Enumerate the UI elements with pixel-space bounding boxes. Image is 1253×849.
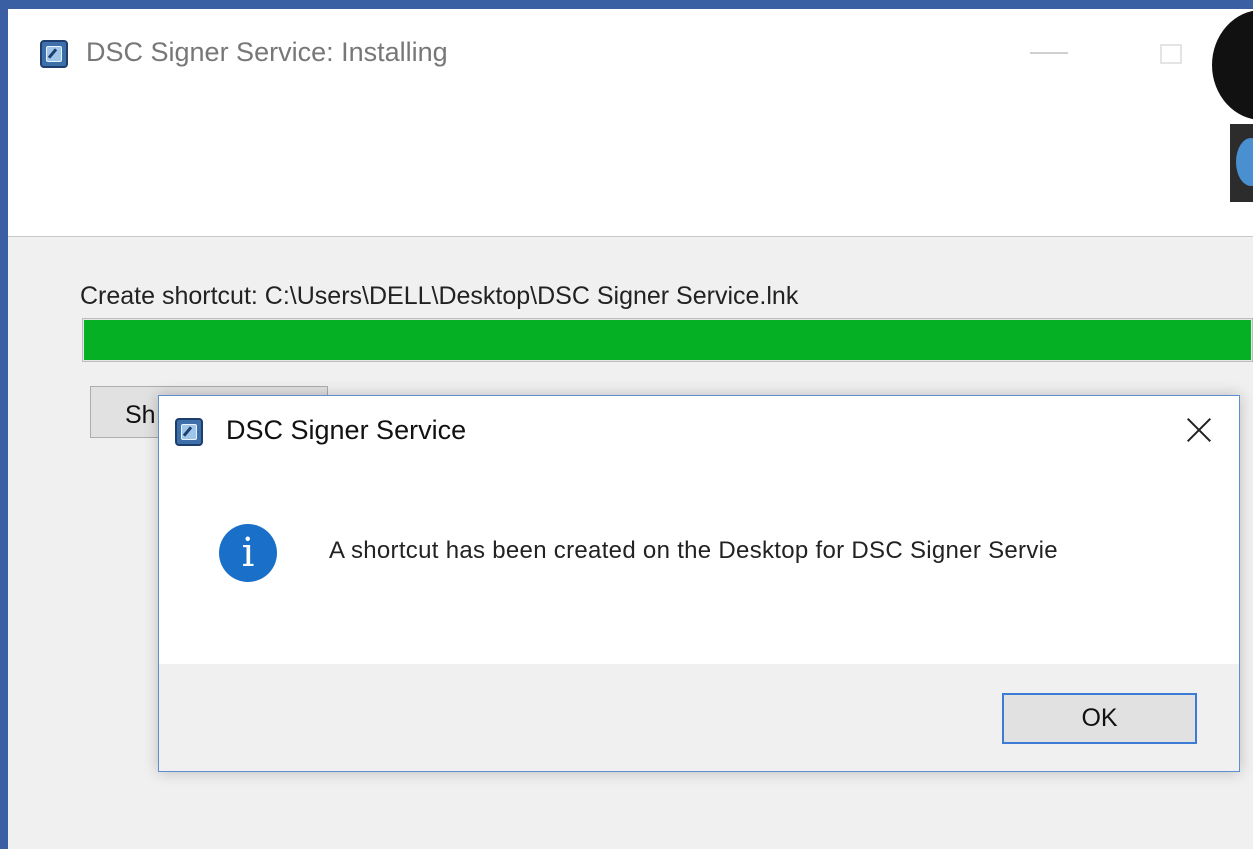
app-icon bbox=[40, 40, 68, 68]
install-status-text: Create shortcut: C:\Users\DELL\Desktop\D… bbox=[80, 282, 799, 310]
dialog-footer: OK bbox=[159, 664, 1239, 771]
ok-button[interactable]: OK bbox=[1002, 693, 1197, 744]
dialog-title: DSC Signer Service bbox=[226, 415, 467, 445]
window-left-border bbox=[0, 0, 8, 849]
install-progress-bar bbox=[82, 318, 1253, 362]
window-title: DSC Signer Service: Installing bbox=[86, 37, 448, 67]
info-icon: i bbox=[219, 524, 277, 582]
minimize-button[interactable] bbox=[1030, 52, 1068, 54]
close-icon[interactable] bbox=[1177, 408, 1221, 452]
message-dialog: DSC Signer Service i A shortcut has been… bbox=[158, 395, 1240, 772]
maximize-button[interactable] bbox=[1160, 44, 1182, 64]
window-top-border bbox=[0, 0, 1253, 9]
dialog-message: A shortcut has been created on the Deskt… bbox=[329, 537, 1058, 564]
dialog-app-icon bbox=[175, 418, 203, 446]
progress-fill bbox=[84, 320, 1251, 360]
